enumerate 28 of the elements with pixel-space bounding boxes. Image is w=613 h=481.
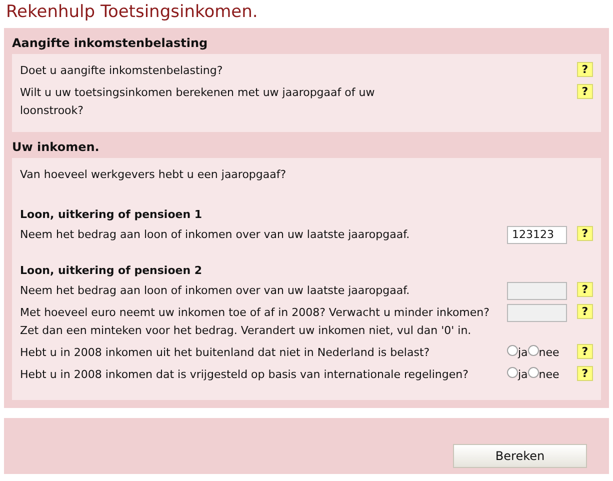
amount-field[interactable]: 123123 (507, 226, 567, 244)
help-button[interactable]: ? (577, 304, 593, 319)
question-text: Van hoeveel werkgevers hebt u een jaaropgaaf? (20, 167, 286, 183)
question-text: Wilt u uw toetsingsinkomen berekenen met uw jaaropgaaf of uw loonstrook? (20, 85, 376, 119)
page-title: Rekenhulp Toetsingsinkomen. (5, 1, 259, 24)
help-button[interactable]: ? (577, 226, 593, 241)
radio-option[interactable]: nee (528, 366, 560, 384)
radio-option[interactable]: nee (528, 344, 560, 362)
subsection-heading: Loon, uitkering of pensioen 1 (20, 207, 202, 223)
question-text: Doet u aangifte inkomstenbelasting? (20, 63, 224, 79)
question-text: Met hoeveel euro neemt uw inkomen toe of af in 2008? Verwacht u minder inkomen? Zet dan een minteken voor het bedrag. Verandert uw inkomen niet, vul dan '0' in. (20, 305, 490, 339)
question-text: Neem het bedrag aan loon of inkomen over van uw laatste jaaropgaaf. (20, 227, 411, 243)
section-heading: Aangifte inkomstenbelasting (12, 35, 209, 52)
help-button[interactable]: ? (577, 366, 593, 381)
help-button[interactable]: ? (577, 282, 593, 297)
amount-field[interactable] (507, 282, 567, 300)
subsection-heading: Loon, uitkering of pensioen 2 (20, 263, 202, 279)
radio-option[interactable]: ja (507, 366, 528, 384)
section-heading: Uw inkomen. (12, 139, 100, 156)
calculate-button[interactable]: Bereken (453, 444, 587, 468)
question-text: Hebt u in 2008 inkomen dat is vrijgesteld op basis van internationale regelingen? (20, 367, 470, 383)
amount-field[interactable] (507, 304, 567, 322)
help-button[interactable]: ? (577, 84, 593, 99)
help-button[interactable]: ? (577, 344, 593, 359)
radio-option[interactable]: ja (507, 344, 528, 362)
question-text: Hebt u in 2008 inkomen uit het buitenland dat niet in Nederland is belast? (20, 345, 431, 361)
help-button[interactable]: ? (577, 62, 593, 77)
question-text: Neem het bedrag aan loon of inkomen over van uw laatste jaaropgaaf. (20, 283, 411, 299)
